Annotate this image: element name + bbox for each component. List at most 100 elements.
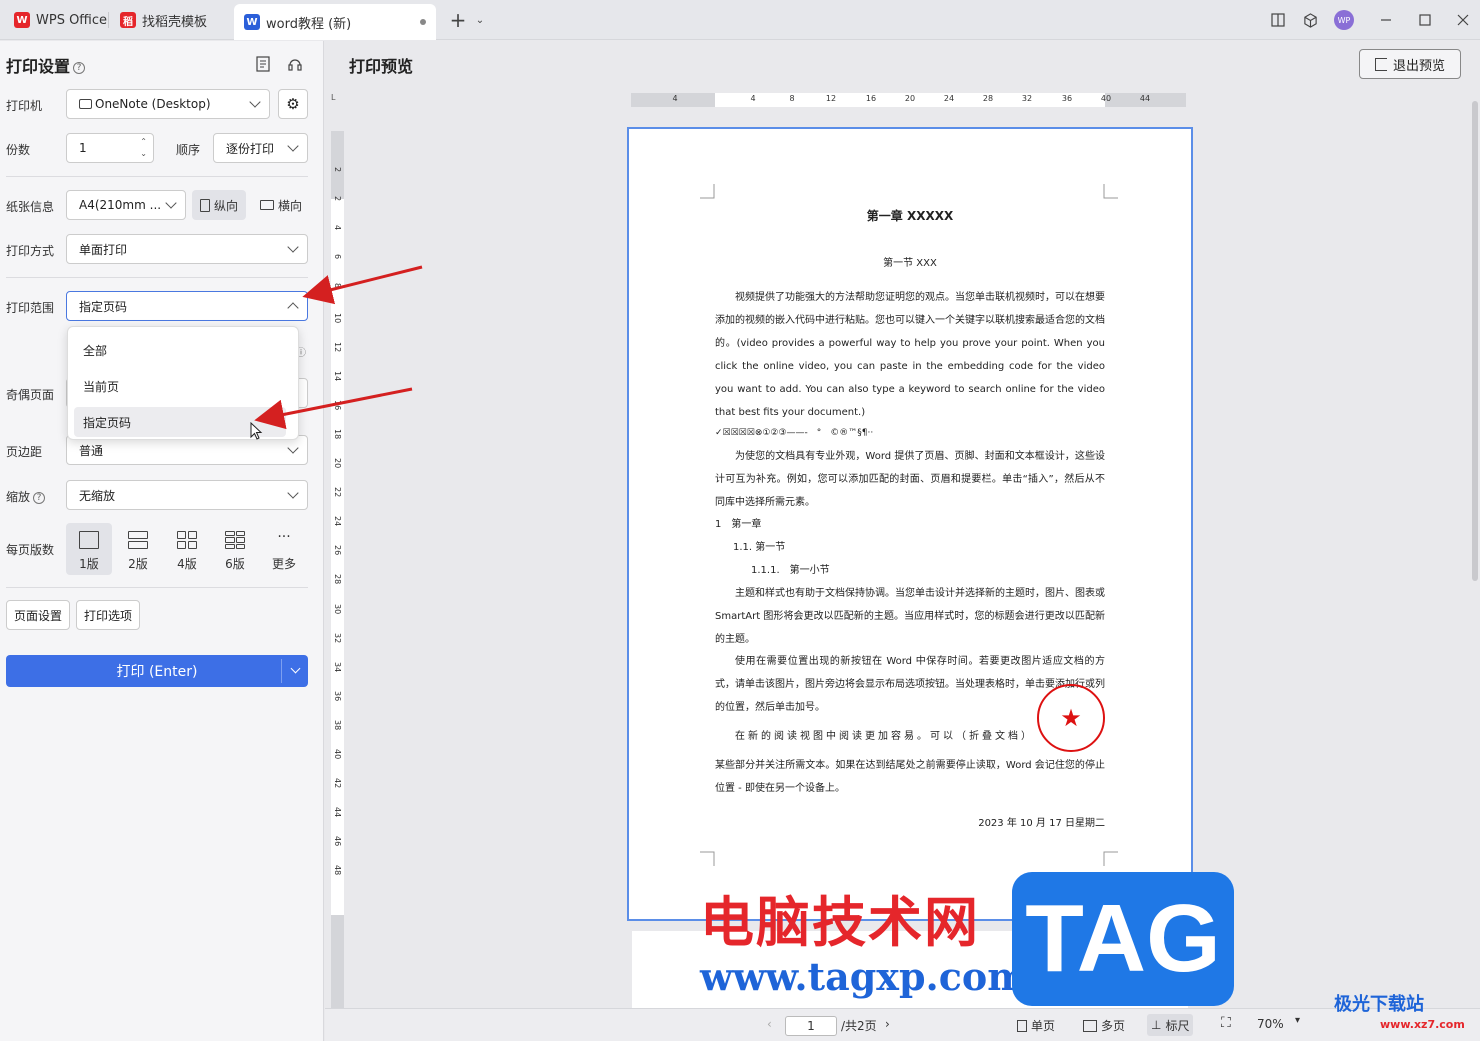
v-ruler-tick: 22	[333, 487, 342, 498]
v-ruler-tick: 16	[333, 399, 342, 410]
print-range-dropdown: 全部 当前页 指定页码	[67, 326, 299, 440]
tab-bar: W WPS Office 稻 找稻壳模板 W word教程 (新) + ⌄ WP	[0, 0, 1480, 40]
layout-6-button[interactable]: 6版	[212, 523, 258, 575]
v-ruler-tick: 30	[333, 603, 342, 614]
prev-page-icon[interactable]: ‹	[767, 1017, 772, 1031]
paper-label: 纸张信息	[6, 200, 55, 214]
page-number-input[interactable]: 1	[785, 1016, 837, 1036]
tab-wps-office[interactable]: W WPS Office	[4, 4, 117, 36]
v-ruler-tick: 6	[333, 254, 342, 260]
print-range-label: 打印范围	[6, 301, 55, 315]
printer-icon	[79, 99, 92, 109]
v-ruler-tick: 18	[333, 428, 342, 440]
layout-toggle-icon[interactable]	[1266, 8, 1290, 32]
range-option-all[interactable]: 全部	[74, 335, 286, 365]
layout-1-icon	[79, 531, 99, 549]
layout-1-button[interactable]: 1版	[66, 523, 112, 575]
print-range-select[interactable]: 指定页码	[66, 291, 308, 321]
zoom-select[interactable]: 无缩放	[66, 480, 308, 510]
exit-icon	[1374, 57, 1387, 71]
v-ruler-tick: 36	[333, 690, 342, 701]
v-ruler-tick: 24	[333, 516, 342, 527]
landscape-page-icon	[260, 200, 274, 210]
new-tab-plus-icon[interactable]: +	[446, 8, 470, 32]
zoom-help-icon[interactable]: ?	[33, 491, 46, 504]
gear-icon: ⚙	[286, 95, 300, 113]
watermark-tag-logo: TAG	[1012, 872, 1234, 1006]
v-ruler-tick: 40	[333, 749, 342, 760]
h-ruler-tick: 40	[1100, 94, 1112, 103]
stepper-arrows-icon[interactable]: ⌃ ⌄	[140, 136, 147, 160]
close-window-icon[interactable]	[1451, 8, 1475, 32]
ruler-corner: L	[331, 93, 336, 102]
printer-properties-button[interactable]: ⚙	[278, 89, 308, 119]
doc-symbols: ✓☒☒☒☒⊗①②③——- ° ©®™§¶··	[715, 428, 874, 438]
paper-size-select[interactable]: A4(210mm ...	[66, 190, 186, 220]
zoom-label: 缩放?	[6, 488, 46, 505]
v-ruler-tick: 46	[333, 836, 342, 847]
word-doc-icon: W	[244, 14, 260, 30]
odd-even-label: 奇偶页面	[6, 388, 55, 402]
zoom-dropdown-icon[interactable]: ▾	[1295, 1015, 1300, 1026]
tab-docer-templates[interactable]: 稻 找稻壳模板	[110, 4, 217, 36]
help-icon[interactable]: ?	[73, 61, 86, 74]
print-mode-label: 打印方式	[6, 244, 55, 258]
h-ruler-tick: 4	[672, 94, 678, 103]
mouse-cursor-icon	[250, 422, 263, 440]
v-ruler-tick: 2	[333, 196, 342, 202]
tab-modified-dot-icon[interactable]	[420, 19, 426, 25]
wps-logo-icon: W	[14, 12, 30, 28]
ruler-toggle-button[interactable]: ⊥ 标尺	[1147, 1014, 1194, 1036]
printer-select[interactable]: OneNote (Desktop)	[66, 89, 270, 119]
next-page-icon[interactable]: ›	[885, 1017, 890, 1031]
h-ruler-tick: 16	[865, 94, 877, 103]
avatar[interactable]: WP	[1332, 8, 1356, 32]
print-button[interactable]: 打印 (Enter)	[6, 655, 308, 687]
cube-icon[interactable]	[1298, 8, 1322, 32]
panel-title: 打印设置?	[6, 53, 86, 77]
layout-4-icon	[177, 531, 197, 549]
preview-scrollbar[interactable]	[1472, 101, 1478, 581]
preview-title: 打印预览	[349, 57, 414, 76]
print-mode-select[interactable]: 单面打印	[66, 234, 308, 264]
minimize-icon[interactable]	[1374, 8, 1398, 32]
zoom-level[interactable]: 70%	[1257, 1017, 1284, 1031]
tab-word-tutorial[interactable]: W word教程 (新)	[234, 4, 436, 40]
v-ruler-tick: 2	[333, 167, 342, 173]
tab-list-chevron-icon[interactable]: ⌄	[468, 8, 492, 32]
watermark-cn-text: 电脑技术网	[700, 891, 980, 954]
tab-label: WPS Office	[36, 12, 108, 28]
v-ruler-tick: 20	[333, 458, 342, 469]
multi-page-button[interactable]: 多页	[1083, 1017, 1125, 1034]
watermark-url-text: www.tagxp.com	[700, 954, 1028, 999]
page-setup-button[interactable]: 页面设置	[6, 600, 70, 630]
layout-6-icon	[225, 531, 245, 549]
layout-more-button[interactable]: ··· 更多	[261, 523, 307, 575]
doc-chapter-title: 第一章 XXXXX	[866, 209, 954, 223]
copies-stepper[interactable]: 1 ⌃ ⌄	[66, 133, 154, 163]
maximize-icon[interactable]	[1413, 8, 1437, 32]
vertical-ruler[interactable]: 2 2 4 6 8 10 12 14 16 18 20 22 24 26 28 30 32 34 36 38 40 42 4…	[331, 131, 344, 1009]
h-ruler-tick: 12	[825, 94, 837, 103]
single-page-icon	[1017, 1019, 1027, 1032]
v-ruler-tick: 48	[333, 865, 342, 876]
headset-support-icon[interactable]	[287, 56, 303, 75]
portrait-button[interactable]: 纵向	[192, 190, 247, 220]
print-dropdown-chevron-icon[interactable]	[290, 663, 301, 674]
document-icon[interactable]	[256, 56, 270, 75]
order-select[interactable]: 逐份打印	[213, 133, 308, 163]
total-pages: /共2页	[841, 1019, 877, 1033]
h-ruler-tick: 44	[1139, 94, 1151, 103]
doc-section-title: 第一节 XXX	[883, 258, 937, 269]
landscape-button[interactable]: 横向	[252, 190, 310, 220]
v-ruler-tick: 32	[333, 632, 342, 643]
layout-2-button[interactable]: 2版	[115, 523, 161, 575]
range-option-current[interactable]: 当前页	[74, 371, 286, 401]
exit-preview-button[interactable]: 退出预览	[1359, 49, 1461, 79]
layout-4-button[interactable]: 4版	[164, 523, 210, 575]
print-options-button[interactable]: 打印选项	[76, 600, 140, 630]
fit-window-icon[interactable]: ⛶	[1221, 1015, 1231, 1031]
single-page-button[interactable]: 单页	[1017, 1017, 1055, 1034]
v-ruler-tick: 14	[333, 370, 342, 381]
horizontal-ruler[interactable]: 4 4 8 12 16 20 24 28 32 36 40 44	[631, 93, 1186, 107]
